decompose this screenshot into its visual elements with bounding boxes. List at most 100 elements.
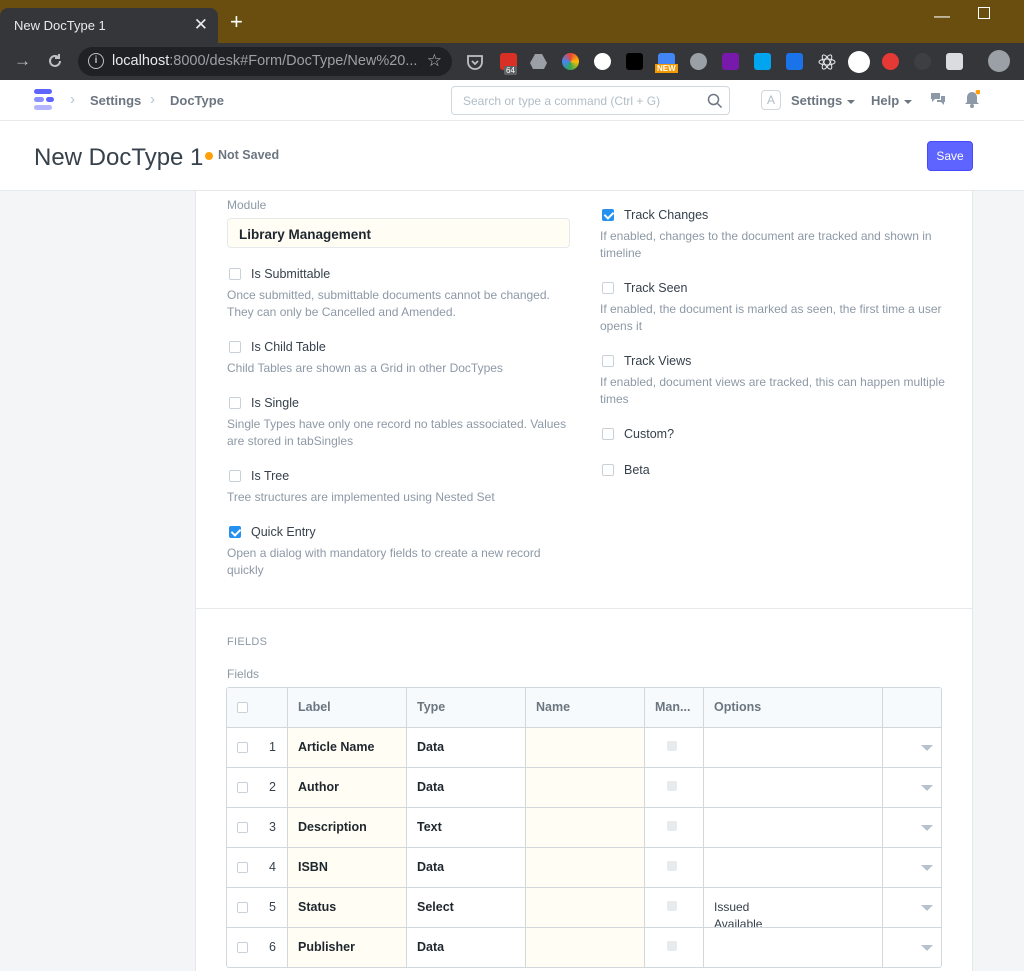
- color-ext-icon[interactable]: [562, 53, 579, 70]
- track-views-checkbox[interactable]: [602, 355, 614, 367]
- row-checkbox[interactable]: [237, 942, 248, 953]
- row-edit-cell[interactable]: [882, 808, 941, 847]
- row-checkbox[interactable]: [237, 782, 248, 793]
- row-label-cell[interactable]: Article Name: [287, 728, 406, 767]
- mandatory-checkbox[interactable]: [667, 781, 677, 791]
- row-edit-cell[interactable]: [882, 928, 941, 967]
- drive-icon[interactable]: [530, 54, 547, 69]
- user-avatar[interactable]: A: [761, 90, 781, 110]
- address-bar[interactable]: i localhost:8000/desk#Form/DocType/New%2…: [78, 47, 452, 76]
- row-edit-cell[interactable]: [882, 768, 941, 807]
- row-label-cell[interactable]: ISBN: [287, 848, 406, 887]
- section-title-fields[interactable]: FIELDS: [227, 636, 267, 648]
- minimize-icon[interactable]: —: [934, 8, 950, 26]
- is-submittable-checkbox[interactable]: [229, 268, 241, 280]
- ext-icon-9[interactable]: [754, 53, 771, 70]
- row-name-cell[interactable]: [525, 888, 644, 927]
- row-label-cell[interactable]: Publisher: [287, 928, 406, 967]
- row-options-cell[interactable]: [703, 728, 882, 767]
- ext-icon-4[interactable]: [594, 53, 611, 70]
- row-mandatory-cell[interactable]: [644, 728, 703, 767]
- row-name-cell[interactable]: [525, 728, 644, 767]
- row-type-cell[interactable]: Data: [406, 728, 525, 767]
- track-seen-checkbox[interactable]: [602, 282, 614, 294]
- row-label-cell[interactable]: Description: [287, 808, 406, 847]
- row-edit-cell[interactable]: [882, 848, 941, 887]
- row-name-cell[interactable]: [525, 928, 644, 967]
- save-button[interactable]: Save: [927, 141, 973, 171]
- module-field[interactable]: Library Management: [227, 218, 570, 248]
- mandatory-checkbox[interactable]: [667, 861, 677, 871]
- row-type-cell[interactable]: Text: [406, 808, 525, 847]
- row-checkbox[interactable]: [237, 822, 248, 833]
- back-icon[interactable]: →: [14, 51, 31, 71]
- profile-avatar-icon[interactable]: [988, 50, 1010, 72]
- beta-checkbox[interactable]: [602, 464, 614, 476]
- notification-bell-icon[interactable]: [964, 90, 980, 108]
- row-mandatory-cell[interactable]: [644, 768, 703, 807]
- ext-icon-14[interactable]: [914, 53, 931, 70]
- row-checkbox[interactable]: [237, 902, 248, 913]
- react-devtools-icon[interactable]: [818, 53, 836, 71]
- pocket-icon[interactable]: [466, 53, 484, 71]
- table-row[interactable]: 4 ISBN Data: [227, 847, 941, 887]
- ext-icon-m[interactable]: [848, 51, 870, 73]
- table-row[interactable]: 6 Publisher Data: [227, 927, 941, 967]
- help-dropdown[interactable]: Help: [871, 93, 913, 108]
- custom-checkbox[interactable]: [602, 428, 614, 440]
- is-tree-checkbox[interactable]: [229, 470, 241, 482]
- row-mandatory-cell[interactable]: [644, 928, 703, 967]
- onenote-icon[interactable]: [722, 53, 739, 70]
- row-options-cell[interactable]: [703, 768, 882, 807]
- row-name-cell[interactable]: [525, 768, 644, 807]
- table-row[interactable]: 3 Description Text: [227, 807, 941, 847]
- row-expand-icon[interactable]: [921, 905, 933, 911]
- row-checkbox[interactable]: [237, 862, 248, 873]
- is-child-table-checkbox[interactable]: [229, 341, 241, 353]
- tab-close-icon[interactable]: ✕: [194, 16, 208, 33]
- quick-entry-checkbox[interactable]: [229, 526, 241, 538]
- row-options-cell[interactable]: Issued Available: [703, 888, 882, 927]
- row-type-cell[interactable]: Data: [406, 768, 525, 807]
- table-row[interactable]: 5 Status Select Issued Available: [227, 887, 941, 927]
- row-type-cell[interactable]: Data: [406, 848, 525, 887]
- reload-icon[interactable]: [46, 52, 64, 70]
- site-info-icon[interactable]: i: [88, 53, 104, 69]
- row-expand-icon[interactable]: [921, 945, 933, 951]
- row-expand-icon[interactable]: [921, 825, 933, 831]
- table-row[interactable]: 1 Article Name Data: [227, 727, 941, 767]
- row-options-cell[interactable]: [703, 808, 882, 847]
- row-type-cell[interactable]: Select: [406, 888, 525, 927]
- row-checkbox[interactable]: [237, 742, 248, 753]
- document-ext-icon[interactable]: [946, 53, 963, 70]
- settings-dropdown[interactable]: Settings: [791, 93, 856, 108]
- mandatory-checkbox[interactable]: [667, 941, 677, 951]
- chat-icon[interactable]: [930, 92, 946, 106]
- row-expand-icon[interactable]: [921, 745, 933, 751]
- row-edit-cell[interactable]: [882, 888, 941, 927]
- awesomebar-search[interactable]: Search or type a command (Ctrl + G): [451, 86, 730, 115]
- new-tab-icon[interactable]: +: [230, 11, 243, 33]
- mandatory-checkbox[interactable]: [667, 821, 677, 831]
- app-logo-icon[interactable]: [34, 89, 56, 111]
- breadcrumb-doctype[interactable]: DocType: [170, 93, 224, 108]
- bookmark-star-icon[interactable]: ☆: [427, 51, 442, 71]
- row-edit-cell[interactable]: [882, 728, 941, 767]
- mandatory-checkbox[interactable]: [667, 741, 677, 751]
- breadcrumb-settings[interactable]: Settings: [90, 93, 141, 108]
- row-expand-icon[interactable]: [921, 865, 933, 871]
- lock-ext-icon[interactable]: [626, 53, 643, 70]
- track-changes-checkbox[interactable]: [602, 209, 614, 221]
- maximize-icon[interactable]: [978, 7, 990, 19]
- mandatory-checkbox[interactable]: [667, 901, 677, 911]
- browser-tab[interactable]: New DocType 1 ✕: [0, 8, 218, 43]
- row-type-cell[interactable]: Data: [406, 928, 525, 967]
- ext-icon-13[interactable]: [882, 53, 899, 70]
- row-mandatory-cell[interactable]: [644, 848, 703, 887]
- row-label-cell[interactable]: Author: [287, 768, 406, 807]
- ext-icon-7[interactable]: [690, 53, 707, 70]
- row-mandatory-cell[interactable]: [644, 808, 703, 847]
- row-label-cell[interactable]: Status: [287, 888, 406, 927]
- select-all-checkbox[interactable]: [237, 702, 248, 713]
- table-row[interactable]: 2 Author Data: [227, 767, 941, 807]
